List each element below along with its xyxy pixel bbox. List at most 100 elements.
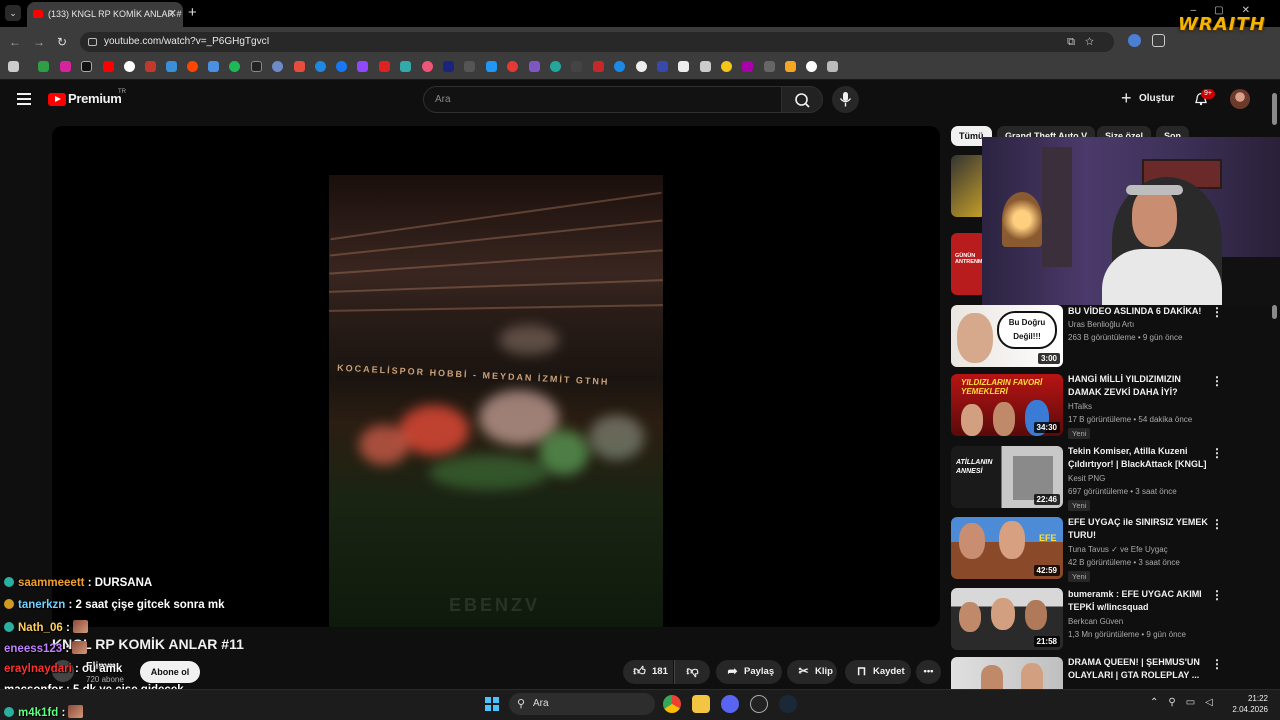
extensions-puzzle-icon[interactable] [1152, 34, 1165, 47]
video-thumbnail[interactable] [951, 657, 1063, 689]
account-avatar[interactable] [1230, 89, 1250, 109]
more-options-icon[interactable]: ⋮ [1211, 588, 1223, 602]
video-thumbnail[interactable]: 21:58 [951, 588, 1063, 650]
search-button[interactable] [781, 86, 823, 113]
bookmark-icon[interactable] [827, 61, 838, 72]
video-title[interactable]: BU VİDEO ASLINDA 6 DAKİKA! [1068, 305, 1208, 318]
bookmark-icon[interactable] [166, 61, 177, 72]
more-options-icon[interactable]: ⋮ [1211, 446, 1223, 460]
video-player[interactable]: KOCAELİSPOR HOBBİ - MEYDAN İZMİT GTNH EB… [52, 126, 940, 627]
bookmark-icon[interactable] [529, 61, 540, 72]
channel-name[interactable]: Uras Benlioğlu Artı [1068, 320, 1134, 329]
taskbar-clock[interactable]: 21:22 2.04.2026 [1232, 693, 1268, 715]
share-button[interactable]: ➦ Paylaş [716, 660, 782, 684]
more-options-icon[interactable]: ⋮ [1211, 657, 1223, 671]
discord-icon[interactable] [721, 695, 739, 713]
bookmark-icon[interactable] [315, 61, 326, 72]
back-icon[interactable]: ← [9, 35, 21, 49]
subscribe-button[interactable]: Abone ol [140, 661, 200, 683]
save-button[interactable]: ⊓ Kaydet [845, 660, 911, 684]
bookmark-icon[interactable] [657, 61, 668, 72]
bookmark-icon[interactable] [294, 61, 305, 72]
bookmark-icon[interactable] [721, 61, 732, 72]
create-button[interactable]: Oluştur [1114, 86, 1180, 111]
bookmark-icon[interactable] [636, 61, 647, 72]
video-thumbnail[interactable]: ATİLLANIN ANNESİ 22:46 [951, 446, 1063, 508]
tab-search-button[interactable]: ⌄ [5, 5, 21, 21]
bookmark-icon[interactable] [571, 61, 582, 72]
voice-search-button[interactable] [832, 86, 859, 113]
bookmark-icon[interactable] [550, 61, 561, 72]
bookmark-icon[interactable] [486, 61, 497, 72]
bookmark-icon[interactable] [443, 61, 454, 72]
video-thumbnail[interactable]: YILDIZLARIN FAVORİ YEMEKLERİ 34:30 [951, 374, 1063, 436]
bookmark-icon[interactable] [806, 61, 817, 72]
bookmark-icon[interactable] [229, 61, 240, 72]
search-input[interactable]: Ara [423, 86, 782, 113]
youtube-logo-icon[interactable] [48, 93, 66, 106]
channel-name[interactable]: Kesit PNG [1068, 474, 1105, 483]
bookmark-icon[interactable] [593, 61, 604, 72]
bookmark-icon[interactable] [764, 61, 775, 72]
channel-name[interactable]: Tuna Tavus ✓ ve Efe Uygaç [1068, 545, 1168, 554]
bookmark-instagram-icon[interactable] [60, 61, 71, 72]
bookmark-gmail-icon[interactable] [145, 61, 156, 72]
video-title[interactable]: EFE UYGAÇ ile SINIRSIZ YEMEK TURU! [1068, 516, 1208, 542]
new-tab-button[interactable]: + [188, 4, 197, 21]
app-icon[interactable] [750, 695, 768, 713]
bookmark-icon[interactable] [614, 61, 625, 72]
clip-button[interactable]: ✂ Klip [787, 660, 837, 684]
bookmark-icon[interactable] [400, 61, 411, 72]
video-thumbnail[interactable]: EFE 42:59 [951, 517, 1063, 579]
bookmark-twitch-icon[interactable] [357, 61, 368, 72]
video-title[interactable]: bumeramk : EFE UYGAC AKIMI TEPKİ w/lincs… [1068, 588, 1208, 614]
like-button[interactable]: 👍︎ 181 [623, 660, 673, 684]
bookmark-youtube-icon[interactable] [103, 61, 114, 72]
video-thumbnail[interactable]: Bu Doğru Değil!!! 3:00 [951, 305, 1063, 367]
more-options-icon[interactable]: ⋮ [1211, 517, 1223, 531]
forward-icon[interactable]: → [33, 35, 45, 49]
dislike-button[interactable]: 👎︎ [674, 660, 710, 684]
video-title[interactable]: HANGİ MİLLİ YILDIZIMIZIN DAMAK ZEVKİ DAH… [1068, 373, 1208, 399]
bookmark-icon[interactable] [464, 61, 475, 72]
taskbar-search[interactable]: ⚲ Ara [509, 693, 655, 715]
bookmark-icon[interactable] [251, 61, 262, 72]
video-thumbnail[interactable] [951, 155, 986, 217]
bookmark-facebook-icon[interactable] [336, 61, 347, 72]
bookmark-google-icon[interactable] [124, 61, 135, 72]
bookmark-reddit-icon[interactable] [187, 61, 198, 72]
video-title[interactable]: Tekin Komiser, Atilla Kuzeni Çıldırtıyor… [1068, 445, 1208, 471]
bookmark-icon[interactable] [422, 61, 433, 72]
guide-menu-icon[interactable] [17, 93, 31, 105]
steam-icon[interactable] [779, 695, 797, 713]
bookmark-icon[interactable] [785, 61, 796, 72]
omnibox-actions[interactable]: ⧉☆ [1067, 32, 1104, 52]
youtube-premium-logo[interactable]: Premium [68, 91, 122, 106]
reload-icon[interactable]: ↻ [57, 35, 67, 49]
more-options-icon[interactable]: ⋮ [1211, 305, 1223, 319]
more-options-icon[interactable]: ⋮ [1211, 374, 1223, 388]
channel-name[interactable]: Berkcan Güven [1068, 617, 1123, 626]
site-info-icon[interactable] [88, 38, 97, 46]
windows-start-icon[interactable] [485, 697, 499, 711]
video-title[interactable]: DRAMA QUEEN! | ŞEHMUS'UN OLAYLARI | GTA … [1068, 656, 1208, 682]
close-tab-icon[interactable]: ✕ [168, 2, 177, 27]
apps-grid-icon[interactable] [8, 61, 19, 72]
bookmark-x-icon[interactable] [81, 61, 92, 72]
bookmark-icon[interactable] [678, 61, 689, 72]
address-bar[interactable]: youtube.com/watch?v=_P6GHgTgvcI ⧉☆ [80, 32, 1114, 52]
video-thumbnail[interactable]: GÜNÜN ANTRENMANI [951, 233, 986, 295]
bookmark-icon[interactable] [208, 61, 219, 72]
chrome-icon[interactable] [663, 695, 681, 713]
browser-tab[interactable]: (133) KNGL RP KOMİK ANLAR # ✕ [27, 2, 183, 27]
bookmark-icon[interactable] [507, 61, 518, 72]
bookmark-icon[interactable] [272, 61, 283, 72]
bookmark-icon[interactable] [742, 61, 753, 72]
channel-name[interactable]: HTalks [1068, 402, 1092, 411]
bookmark-icon[interactable] [700, 61, 711, 72]
file-explorer-icon[interactable] [692, 695, 710, 713]
extension-icon[interactable] [1128, 34, 1141, 47]
bookmark-kick-icon[interactable] [38, 61, 49, 72]
bookmark-icon[interactable] [379, 61, 390, 72]
more-actions-button[interactable]: ••• [916, 660, 941, 684]
